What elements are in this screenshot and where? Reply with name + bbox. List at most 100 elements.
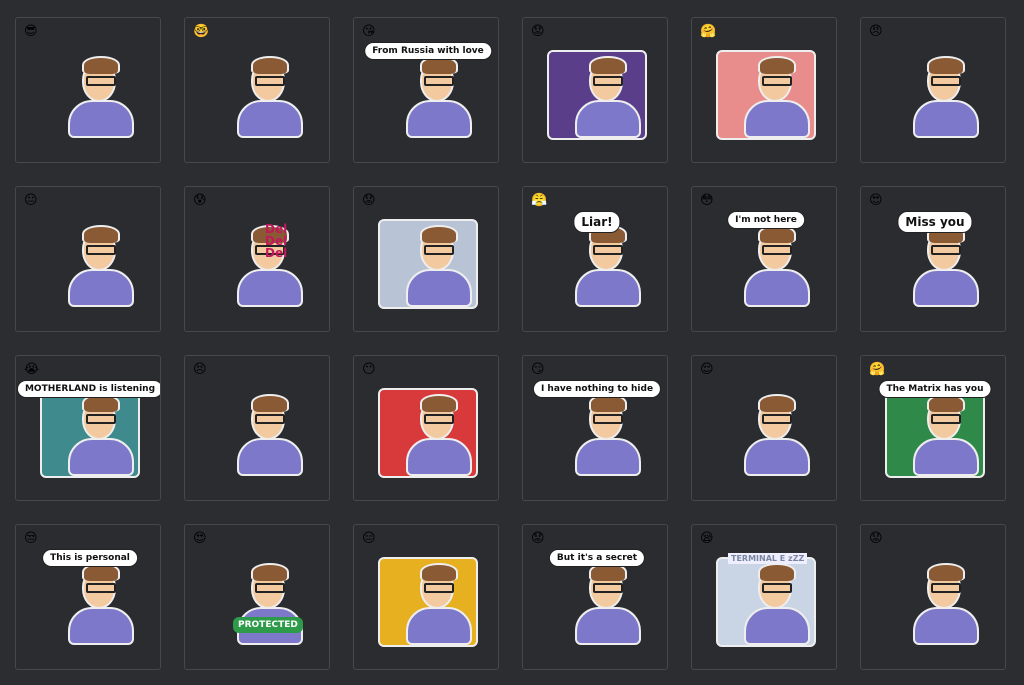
glasses-icon <box>593 76 623 86</box>
speech-bubble: I have nothing to hide <box>532 380 662 398</box>
sticker-card[interactable]: 😍 Miss you <box>860 186 1006 332</box>
glasses-icon <box>86 245 116 255</box>
glasses-icon <box>931 245 961 255</box>
sticker-image: From Russia with love <box>364 40 492 152</box>
sticker-image: MOTHERLAND is listening <box>16 378 160 490</box>
emoji-icon: 😍 <box>869 193 883 208</box>
sticker-image <box>203 378 315 490</box>
sticker-card[interactable]: 😰 Del Del Del <box>184 186 330 332</box>
sticker-image: Liar! <box>541 209 653 321</box>
shirt <box>406 100 472 138</box>
sticker-card[interactable]: 😑 <box>353 524 499 670</box>
shirt <box>913 607 979 645</box>
sticker-card[interactable]: 😣 <box>184 355 330 501</box>
sticker-card[interactable]: 😟 <box>860 524 1006 670</box>
sticker-card[interactable]: 😤 Liar! <box>522 186 668 332</box>
glasses-icon <box>255 76 285 86</box>
glasses-icon <box>593 245 623 255</box>
sticker-image <box>710 378 822 490</box>
emoji-icon: 😶 <box>362 362 376 377</box>
speech-bubble: Miss you <box>897 211 973 233</box>
sticker-card[interactable]: 😟 <box>353 186 499 332</box>
sticker-card[interactable]: 😳 I'm not here <box>691 186 837 332</box>
emoji-icon: 😪 <box>700 531 714 546</box>
glasses-icon <box>424 583 454 593</box>
shirt <box>575 100 641 138</box>
shirt <box>68 269 134 307</box>
sticker-card[interactable]: 😠 <box>860 17 1006 163</box>
glasses-icon <box>255 583 285 593</box>
shirt <box>237 100 303 138</box>
sticker-card[interactable]: 😪 TERMINAL E zZZ <box>691 524 837 670</box>
sticker-card[interactable]: 😭 MOTHERLAND is listening <box>15 355 161 501</box>
shirt <box>68 100 134 138</box>
glasses-icon <box>931 414 961 424</box>
shirt <box>68 438 134 476</box>
sticker-card[interactable]: 🤗 The Matrix has you <box>860 355 1006 501</box>
shirt <box>913 100 979 138</box>
glasses-icon <box>255 414 285 424</box>
emoji-icon: 😠 <box>869 24 883 39</box>
glasses-icon <box>762 414 792 424</box>
sticker-card[interactable]: 😒 This is personal <box>15 524 161 670</box>
sticker-image <box>203 40 315 152</box>
glasses-icon <box>931 76 961 86</box>
sticker-card[interactable]: 😘 From Russia with love <box>353 17 499 163</box>
glasses-icon <box>593 583 623 593</box>
shirt <box>575 607 641 645</box>
shirt <box>913 438 979 476</box>
emoji-icon: 😤 <box>531 193 548 208</box>
shirt <box>406 607 472 645</box>
emoji-icon: 😳 <box>700 193 714 208</box>
sticker-text: TERMINAL E zZZ <box>728 553 808 564</box>
sticker-card[interactable]: 😶 <box>353 355 499 501</box>
emoji-icon: 🤗 <box>869 362 886 377</box>
sticker-image <box>34 40 146 152</box>
sticker-card[interactable]: 😍 PROTECTED <box>184 524 330 670</box>
sticker-image: This is personal <box>34 547 146 659</box>
sticker-card[interactable]: 🤗 <box>691 17 837 163</box>
shirt <box>744 607 810 645</box>
speech-bubble: MOTHERLAND is listening <box>16 380 160 398</box>
shirt <box>744 438 810 476</box>
hair <box>82 225 120 243</box>
glasses-icon <box>424 245 454 255</box>
sticker-card[interactable]: 😐 <box>15 186 161 332</box>
shirt <box>575 269 641 307</box>
sticker-text: Del Del Del <box>265 222 288 260</box>
shirt <box>406 269 472 307</box>
glasses-icon <box>86 414 116 424</box>
sticker-card[interactable]: 😟 <box>522 17 668 163</box>
hair <box>927 56 965 74</box>
sticker-image: TERMINAL E zZZ <box>710 547 822 659</box>
emoji-icon: 😌 <box>700 362 714 377</box>
glasses-icon <box>931 583 961 593</box>
emoji-icon: 😟 <box>869 531 883 546</box>
hair <box>420 394 458 412</box>
glasses-icon <box>424 76 454 86</box>
sticker-card[interactable]: 😎 <box>15 17 161 163</box>
emoji-icon: 😟 <box>531 24 545 39</box>
sticker-card[interactable]: 😏 I have nothing to hide <box>522 355 668 501</box>
emoji-icon: 😏 <box>531 362 545 377</box>
emoji-icon: 😘 <box>362 24 376 39</box>
sticker-image: PROTECTED <box>203 547 315 659</box>
sticker-image: I have nothing to hide <box>532 378 662 490</box>
glasses-icon <box>424 414 454 424</box>
shirt <box>68 607 134 645</box>
sticker-card[interactable]: 😌 <box>691 355 837 501</box>
speech-bubble: From Russia with love <box>364 42 492 60</box>
hair <box>758 56 796 74</box>
shirt <box>913 269 979 307</box>
shirt <box>744 100 810 138</box>
sticker-image: I'm not here <box>710 209 822 321</box>
hair <box>82 56 120 74</box>
emoji-icon: 😰 <box>193 193 207 208</box>
emoji-icon: 😟 <box>362 193 376 208</box>
shirt <box>575 438 641 476</box>
sticker-card[interactable]: 😟 But it's a secret <box>522 524 668 670</box>
emoji-icon: 😑 <box>362 531 376 546</box>
hair <box>420 563 458 581</box>
sticker-grid: 😎 🤓 😘 From Russia with love 😟 🤗 😠 😐 😰 Del Del Del… <box>15 17 1006 670</box>
sticker-card[interactable]: 🤓 <box>184 17 330 163</box>
